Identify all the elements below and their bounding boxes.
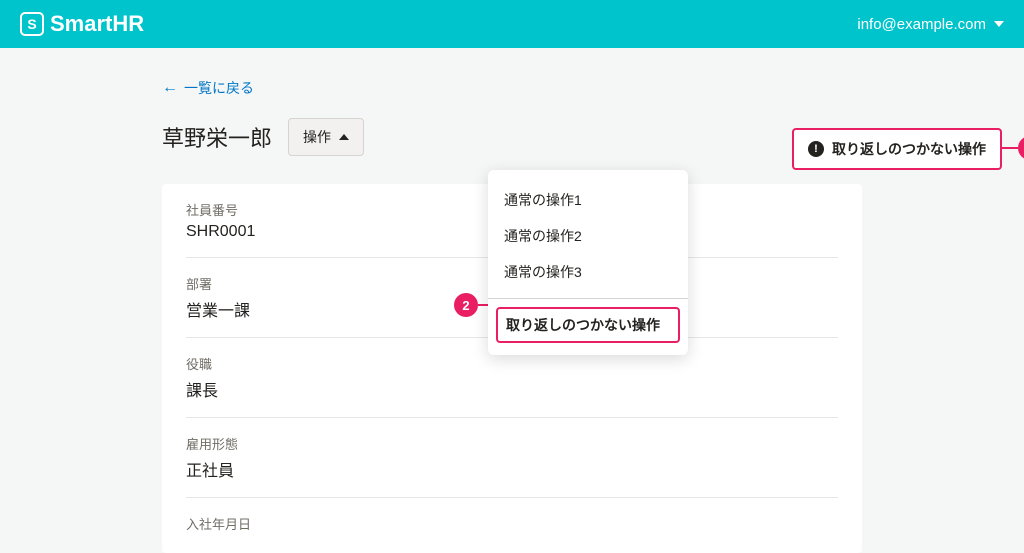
- back-link-label: 一覧に戻る: [184, 78, 254, 98]
- annotation-badge-2: 2: [454, 293, 478, 317]
- logo-icon: S: [20, 12, 44, 36]
- action-dropdown-button[interactable]: 操作: [288, 118, 364, 156]
- title-row: 草野栄一郎 操作: [162, 118, 862, 156]
- dropdown-danger-section: 取り返しのつかない操作: [488, 303, 688, 347]
- action-button-label: 操作: [303, 127, 331, 147]
- field-label: 入社年月日: [186, 514, 838, 533]
- field-label: 雇用形態: [186, 434, 838, 453]
- annotation-badge-1: 1: [1018, 136, 1024, 160]
- dropdown-divider: [488, 298, 688, 299]
- dropdown-item-normal-3[interactable]: 通常の操作3: [488, 254, 688, 290]
- logo-text: SmartHR: [50, 11, 144, 37]
- app-header: S SmartHR info@example.com: [0, 0, 1024, 48]
- dropdown-item-normal-1[interactable]: 通常の操作1: [488, 182, 688, 218]
- dropdown-item-normal-2[interactable]: 通常の操作2: [488, 218, 688, 254]
- back-link[interactable]: ← 一覧に戻る: [162, 78, 254, 98]
- field-label: 役職: [186, 354, 838, 373]
- user-menu[interactable]: info@example.com: [857, 16, 1004, 33]
- chevron-down-icon: [994, 21, 1004, 27]
- arrow-left-icon: ←: [162, 79, 178, 97]
- field-employment-type: 雇用形態 正社員: [186, 418, 838, 498]
- dropdown-item-danger[interactable]: 取り返しのつかない操作: [496, 307, 680, 343]
- warning-icon: !: [808, 141, 824, 157]
- dropdown-normal-section: 通常の操作1 通常の操作2 通常の操作3: [488, 178, 688, 294]
- action-dropdown-menu: 通常の操作1 通常の操作2 通常の操作3 取り返しのつかない操作: [488, 170, 688, 355]
- page-title: 草野栄一郎: [162, 121, 272, 153]
- caret-up-icon: [339, 134, 349, 140]
- annotation-line-2: [478, 304, 488, 306]
- main-container: ← 一覧に戻る 草野栄一郎 操作 通常の操作1 通常の操作2 通常の操作3 取り…: [162, 48, 862, 553]
- field-value: 課長: [186, 377, 838, 401]
- user-email: info@example.com: [857, 16, 986, 33]
- field-hire-date: 入社年月日: [186, 498, 838, 553]
- field-value: 正社員: [186, 457, 838, 481]
- logo[interactable]: S SmartHR: [20, 11, 144, 37]
- annotation-line-1: [1002, 147, 1018, 149]
- danger-button-label: 取り返しのつかない操作: [832, 139, 986, 159]
- danger-button[interactable]: ! 取り返しのつかない操作: [792, 128, 1002, 170]
